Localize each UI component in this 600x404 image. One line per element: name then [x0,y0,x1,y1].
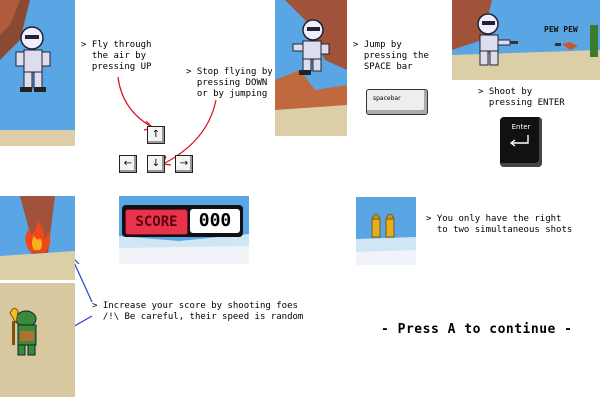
stop-instruction: > Stop flying by pressing DOWN or by jum… [186,67,273,99]
fly-instruction: > Fly through the air by pressing UP [81,40,152,72]
fly-screenshot [0,0,75,146]
ammo-scene [356,213,416,265]
lizard-foe-screenshot [0,283,75,397]
continue-prompt[interactable]: - Press A to continue - [381,322,573,337]
ammo-screenshot [356,197,416,265]
jump-screenshot [275,0,347,136]
return-arrow-icon [509,135,529,147]
left-key: ← [119,155,137,173]
right-key: → [175,155,193,173]
fire-foe-scene [0,196,75,280]
pew-text: PEW PEW [544,25,578,34]
shoot-screenshot: PEW PEW [452,0,600,80]
shoot-scene [452,0,600,80]
score-hud: SCORE 000 [122,205,243,237]
stop-arrow [164,99,217,164]
foe-arrow-1 [71,257,93,303]
fly-arrow [117,76,153,128]
shots-instruction: > You only have the right to two simulta… [426,214,573,235]
score-screenshot: SCORE 000 [119,196,249,264]
lizard-foe-scene [0,283,75,397]
bullet-icon [371,213,381,238]
fly-scene [0,0,75,146]
cactus-foe [590,25,598,57]
score-value: 000 [190,209,240,233]
bullet-icon [385,213,395,238]
jump-scene [275,0,347,136]
enter-key-label: Enter [511,123,531,131]
shoot-instruction: > Shoot by pressing ENTER [478,87,565,108]
jump-instruction: > Jump by pressing the SPACE bar [353,40,429,72]
spacebar-key: spacebar [366,89,428,115]
score-label: SCORE [125,209,188,235]
fire-foe-screenshot [0,196,75,280]
score-instruction: > Increase your score by shooting foes /… [92,301,304,322]
enter-key: Enter [500,117,542,167]
up-key: ↑ [147,126,165,144]
down-key: ↓ [147,155,165,173]
